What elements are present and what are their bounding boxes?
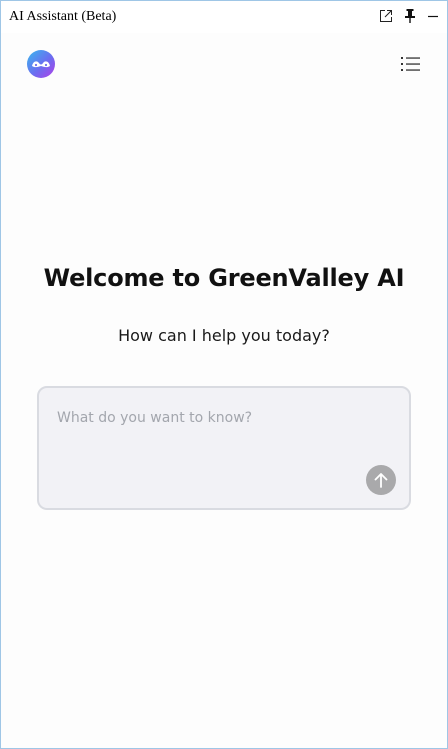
arrow-up-icon (374, 473, 388, 488)
minimize-button[interactable] (424, 7, 442, 25)
menu-button[interactable] (400, 54, 422, 74)
popout-button[interactable] (377, 7, 395, 25)
pin-button[interactable] (401, 7, 419, 25)
popout-icon (380, 10, 392, 22)
prompt-box (37, 386, 411, 510)
pin-icon (405, 9, 415, 23)
title-bar: AI Assistant (Beta) (1, 1, 447, 33)
assistant-logo (27, 50, 55, 78)
prompt-input[interactable] (57, 410, 357, 426)
welcome-subtitle: How can I help you today? (118, 326, 330, 345)
list-menu-icon (401, 57, 420, 71)
minimize-icon (428, 15, 438, 18)
window-title: AI Assistant (Beta) (9, 9, 117, 24)
assistant-logo-icon (32, 61, 50, 68)
assistant-window: AI Assistant (Beta) Welcome to GreenVall… (0, 0, 448, 749)
send-button[interactable] (366, 465, 396, 495)
welcome-heading: Welcome to GreenValley AI (43, 264, 405, 292)
